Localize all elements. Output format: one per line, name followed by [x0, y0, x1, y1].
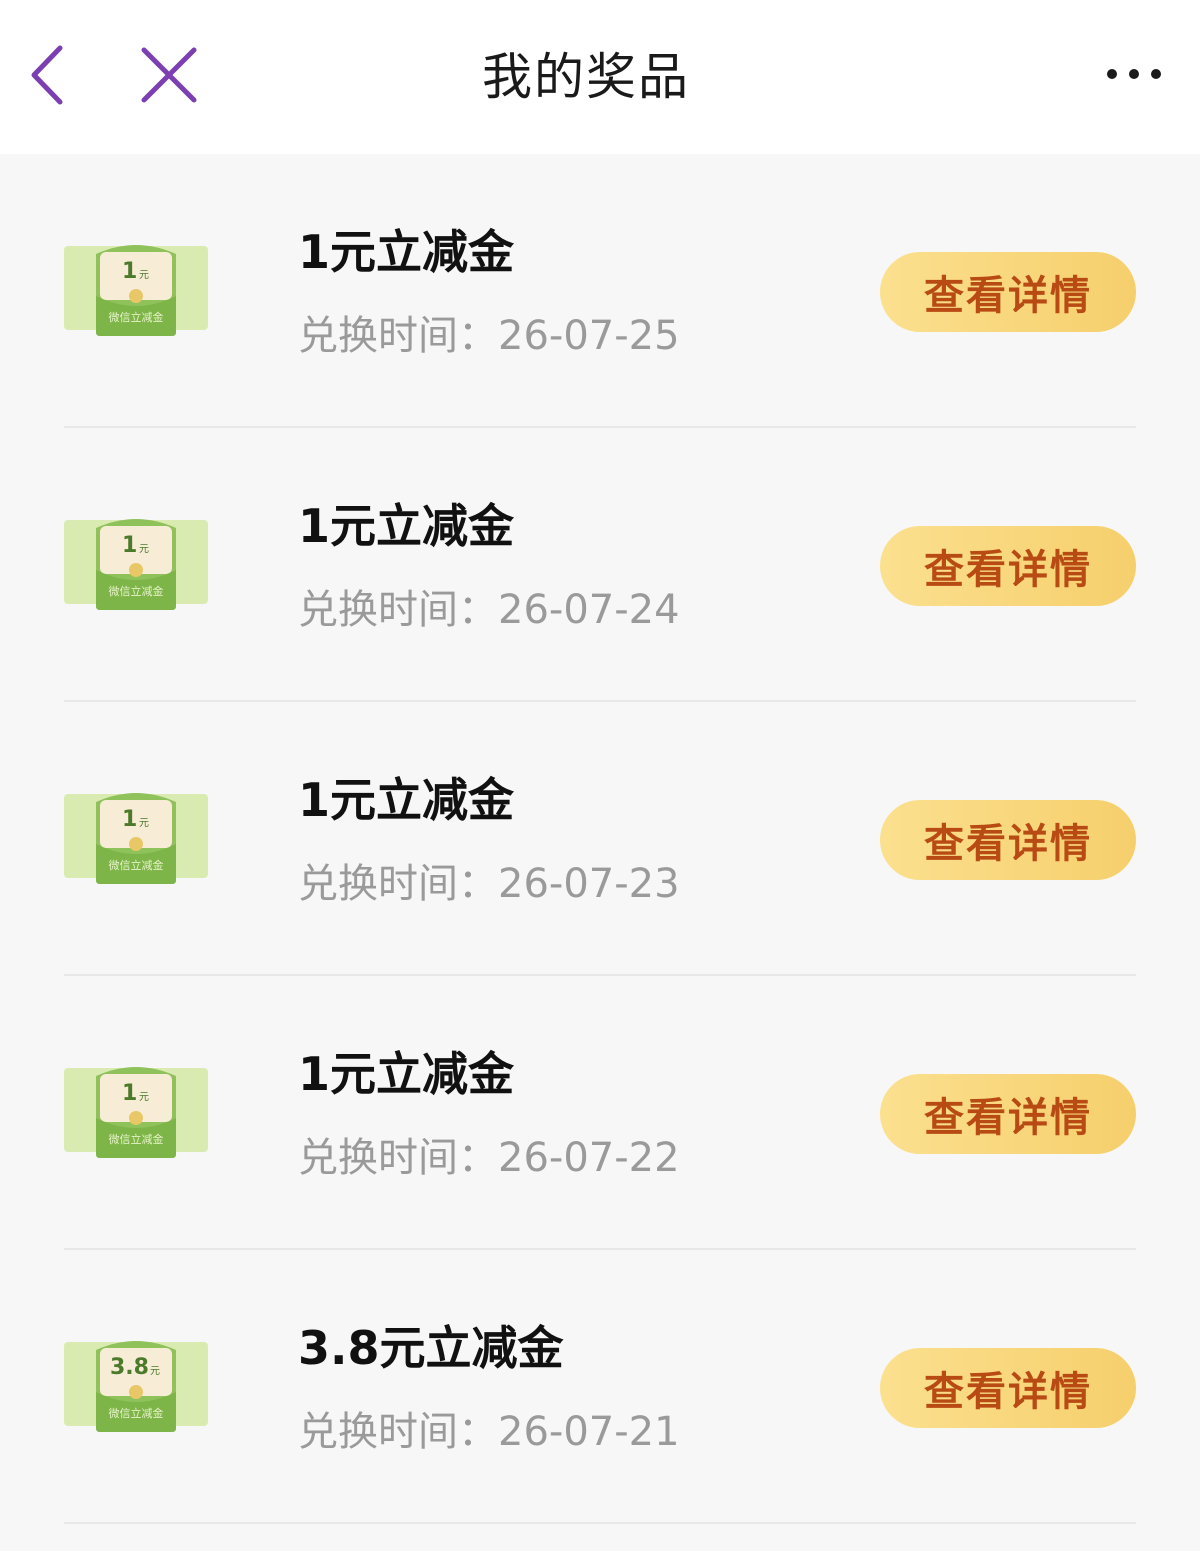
coupon-amount: 1: [122, 1081, 137, 1106]
redeem-time-label: 兑换时间：: [298, 587, 498, 633]
prize-title: 1元立减金: [298, 773, 515, 827]
coupon-badge-text: 微信立减金: [109, 310, 164, 324]
view-details-button[interactable]: 查看详情: [880, 1074, 1136, 1154]
view-details-button[interactable]: 查看详情: [880, 800, 1136, 880]
redeem-time-value: 26-07-22: [498, 1135, 680, 1181]
coupon-amount: 1: [122, 533, 137, 558]
coupon-unit: 元: [139, 1092, 149, 1103]
page-title: 我的奖品: [482, 48, 690, 106]
redeem-time-label: 兑换时间：: [298, 1135, 498, 1181]
coupon-envelope-icon: 1 元 微信立减金: [64, 519, 208, 610]
prize-redeem-time: 兑换时间：26-07-25: [298, 308, 680, 364]
coupon-envelope-icon: 1 元 微信立减金: [64, 1067, 208, 1158]
prize-redeem-time: 兑换时间：26-07-24: [298, 582, 680, 638]
coupon-amount: 1: [122, 259, 137, 284]
coupon-amount: 1: [122, 807, 137, 832]
redeem-time-value: 26-07-23: [498, 861, 680, 907]
coupon-unit: 元: [150, 1366, 160, 1377]
coupon-badge-text: 微信立减金: [109, 858, 164, 872]
more-horizontal-icon[interactable]: [1104, 62, 1164, 86]
prize-title: 1元立减金: [298, 1047, 515, 1101]
prize-list: 1 元 微信立减金 1元立减金 兑换时间：26-07-25 查看详情 1 元 微…: [0, 154, 1200, 1524]
prize-list-item: 1 元 微信立减金 1元立减金 兑换时间：26-07-23 查看详情: [0, 702, 1200, 976]
redeem-time-label: 兑换时间：: [298, 861, 498, 907]
coupon-unit: 元: [139, 818, 149, 829]
prize-list-item: 1 元 微信立减金 1元立减金 兑换时间：26-07-22 查看详情: [0, 976, 1200, 1250]
redeem-time-value: 26-07-25: [498, 313, 680, 359]
view-details-button[interactable]: 查看详情: [880, 1348, 1136, 1428]
prize-redeem-time: 兑换时间：26-07-22: [298, 1130, 680, 1186]
redeem-time-label: 兑换时间：: [298, 1409, 498, 1455]
view-details-button[interactable]: 查看详情: [880, 252, 1136, 332]
coupon-unit: 元: [139, 544, 149, 555]
prize-redeem-time: 兑换时间：26-07-23: [298, 856, 680, 912]
coupon-badge-text: 微信立减金: [109, 1406, 164, 1420]
coupon-amount: 3.8: [110, 1355, 149, 1380]
coupon-envelope-icon: 1 元 微信立减金: [64, 245, 208, 336]
redeem-time-value: 26-07-24: [498, 587, 680, 633]
divider: [64, 1522, 1136, 1524]
prize-title: 1元立减金: [298, 225, 515, 279]
prize-title: 3.8元立减金: [298, 1321, 564, 1375]
coupon-badge-text: 微信立减金: [109, 1132, 164, 1146]
prize-list-item: 1 元 微信立减金 1元立减金 兑换时间：26-07-24 查看详情: [0, 428, 1200, 702]
prize-list-item: 1 元 微信立减金 1元立减金 兑换时间：26-07-25 查看详情: [0, 154, 1200, 428]
prize-list-item: 3.8 元 微信立减金 3.8元立减金 兑换时间：26-07-21 查看详情: [0, 1250, 1200, 1524]
prize-redeem-time: 兑换时间：26-07-21: [298, 1404, 680, 1460]
navigation-bar: 我的奖品: [0, 0, 1200, 154]
coupon-envelope-icon: 3.8 元 微信立减金: [64, 1341, 208, 1432]
coupon-badge-text: 微信立减金: [109, 584, 164, 598]
redeem-time-label: 兑换时间：: [298, 313, 498, 359]
view-details-button[interactable]: 查看详情: [880, 526, 1136, 606]
coupon-unit: 元: [139, 270, 149, 281]
prize-title: 1元立减金: [298, 499, 515, 553]
redeem-time-value: 26-07-21: [498, 1409, 680, 1455]
coupon-envelope-icon: 1 元 微信立减金: [64, 793, 208, 884]
